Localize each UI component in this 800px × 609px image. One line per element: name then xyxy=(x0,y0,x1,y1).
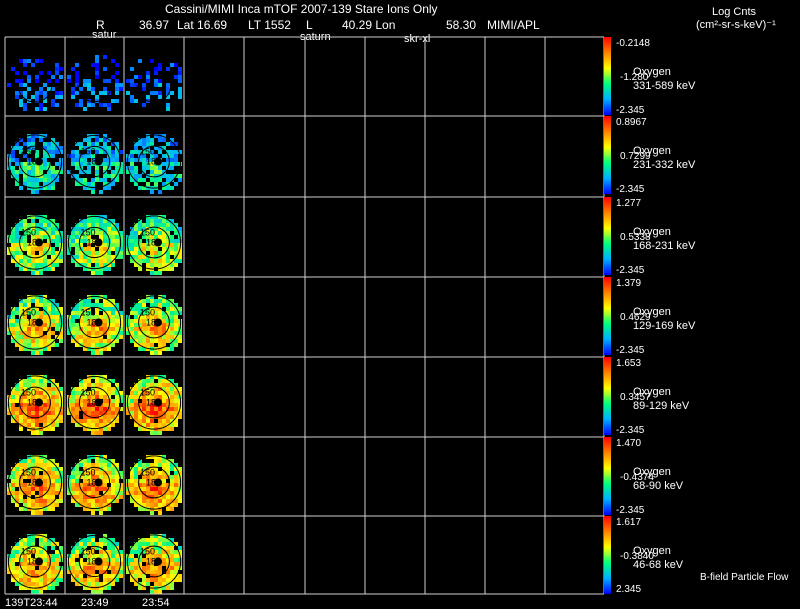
species-label: Oxygen xyxy=(633,306,671,318)
colorbar xyxy=(604,197,611,275)
svg-text:150: 150 xyxy=(21,468,36,478)
species-label: Oxygen xyxy=(633,66,671,78)
species-label: Oxygen xyxy=(633,226,671,238)
svg-text:150: 150 xyxy=(81,388,96,398)
colorbar-min: -2.345 xyxy=(616,425,645,436)
colorbar xyxy=(604,437,611,515)
energy-label: 331-589 keV xyxy=(633,80,696,92)
svg-text:180: 180 xyxy=(87,238,102,248)
species-label: Oxygen xyxy=(633,545,671,557)
svg-text:150: 150 xyxy=(140,228,155,238)
time-label-2: 23:49 xyxy=(81,597,109,609)
species-label: Oxygen xyxy=(633,386,671,398)
svg-text:150: 150 xyxy=(21,308,36,318)
svg-text:180: 180 xyxy=(87,557,102,567)
colorbar-min: -2.345 xyxy=(616,505,645,516)
time-label-1: 139T23:44 xyxy=(5,597,58,609)
colorbar-min: -2.345 xyxy=(616,345,645,356)
svg-text:150: 150 xyxy=(21,388,36,398)
energy-label: 168-231 keV xyxy=(633,240,696,252)
colorbar-max: 1.653 xyxy=(616,358,642,369)
colorbar-max: 1.470 xyxy=(616,438,642,449)
colorbar-max: -0.2148 xyxy=(616,38,650,49)
energy-label: 231-332 keV xyxy=(633,159,696,171)
svg-text:180: 180 xyxy=(146,478,161,488)
species-label: Oxygen xyxy=(633,466,671,478)
svg-text:180: 180 xyxy=(87,398,102,408)
svg-text:180: 180 xyxy=(27,157,42,167)
energy-label: 68-90 keV xyxy=(633,480,684,492)
svg-text:180: 180 xyxy=(87,478,102,488)
time-label-3: 23:54 xyxy=(142,597,170,609)
svg-text:150: 150 xyxy=(21,147,36,157)
svg-text:180: 180 xyxy=(27,318,42,328)
colorbar-max: 0.8967 xyxy=(616,117,647,128)
svg-text:150: 150 xyxy=(140,308,155,318)
svg-text:150: 150 xyxy=(140,388,155,398)
colorbar xyxy=(604,277,611,355)
svg-text:180: 180 xyxy=(27,557,42,567)
svg-text:180: 180 xyxy=(146,157,161,167)
svg-text:150: 150 xyxy=(140,547,155,557)
svg-text:150: 150 xyxy=(81,547,96,557)
flow-label: B-field Particle Flow xyxy=(700,572,789,583)
colorbar xyxy=(604,516,611,594)
svg-text:180: 180 xyxy=(146,318,161,328)
colorbar-min: -2.345 xyxy=(616,265,645,276)
energy-label: 129-169 keV xyxy=(633,320,696,332)
svg-text:150: 150 xyxy=(81,308,96,318)
svg-text:150: 150 xyxy=(21,547,36,557)
colorbar-min: -2.345 xyxy=(616,105,645,116)
svg-text:180: 180 xyxy=(146,557,161,567)
colorbar-max: 1.277 xyxy=(616,198,642,209)
colorbar xyxy=(604,357,611,435)
svg-text:180: 180 xyxy=(27,478,42,488)
svg-text:180: 180 xyxy=(146,398,161,408)
svg-text:150: 150 xyxy=(81,147,96,157)
svg-text:180: 180 xyxy=(146,238,161,248)
svg-text:180: 180 xyxy=(87,318,102,328)
colorbar xyxy=(604,116,611,194)
colorbar-min: -2.345 xyxy=(616,184,645,195)
colorbar-min: 2.345 xyxy=(616,584,642,595)
svg-text:180: 180 xyxy=(27,398,42,408)
colorbar-max: 1.617 xyxy=(616,517,642,528)
colorbar xyxy=(604,37,611,115)
svg-text:180: 180 xyxy=(27,238,42,248)
svg-text:180: 180 xyxy=(87,157,102,167)
energy-label: 89-129 keV xyxy=(633,400,690,412)
svg-text:150: 150 xyxy=(140,468,155,478)
svg-text:150: 150 xyxy=(81,228,96,238)
svg-text:150: 150 xyxy=(140,147,155,157)
svg-text:150: 150 xyxy=(81,468,96,478)
energy-label: 46-68 keV xyxy=(633,559,684,571)
species-label: Oxygen xyxy=(633,145,671,157)
svg-text:150: 150 xyxy=(21,228,36,238)
colorbar-max: 1.379 xyxy=(616,278,642,289)
